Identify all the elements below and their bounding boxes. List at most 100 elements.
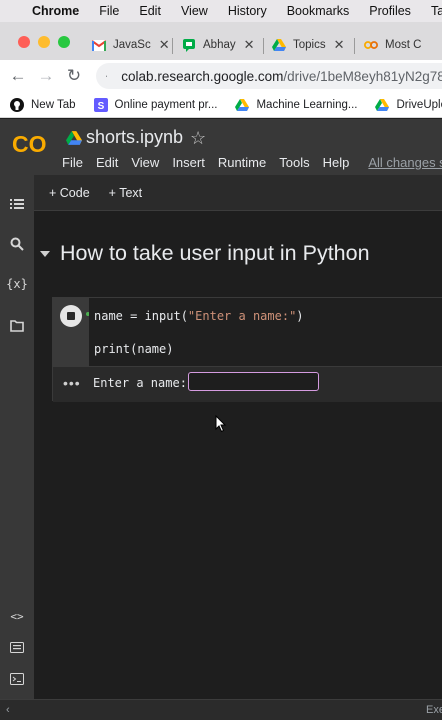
star-icon[interactable]: ☆: [190, 128, 206, 149]
colab-menu-bar: File Edit View Insert Runtime Tools Help…: [62, 155, 442, 170]
section-heading: How to take user input in Python: [60, 241, 370, 265]
close-window-button[interactable]: [18, 36, 30, 48]
notebook-area: How to take user input in Python name = …: [34, 211, 442, 709]
notebook-toolbar: + Code + Text: [34, 175, 442, 211]
browser-tab[interactable]: Topics ✕: [272, 31, 345, 59]
bookmark-label: Online payment pr...: [114, 98, 218, 111]
colab-sidebar: {x} <>: [0, 175, 34, 720]
menu-bookmarks[interactable]: Bookmarks: [287, 4, 350, 18]
tab-divider: [354, 38, 355, 54]
collapse-caret-icon[interactable]: [40, 250, 50, 258]
tab-label: JavaSc: [113, 39, 151, 51]
svg-text:S: S: [97, 101, 104, 112]
menu-edit[interactable]: Edit: [139, 4, 161, 18]
bookmarks-bar: New Tab S Online payment pr... Machine L…: [0, 92, 442, 118]
input-prompt: Enter a name:: [93, 376, 187, 390]
zoom-window-button[interactable]: [58, 36, 70, 48]
colab-menu-runtime[interactable]: Runtime: [218, 155, 266, 170]
browser-tab[interactable]: JavaSc ✕: [92, 31, 170, 59]
drive-icon: [375, 98, 390, 112]
command-palette-icon[interactable]: [8, 638, 26, 656]
browser-tab-strip: JavaSc ✕ Abhay ✕ Topics ✕ Most C: [0, 22, 442, 60]
tab-divider: [263, 38, 264, 54]
add-text-button[interactable]: + Text: [109, 186, 142, 200]
colab-menu-insert[interactable]: Insert: [172, 155, 205, 170]
url-omnibox[interactable]: colab.research.google.com/drive/1beM8eyh…: [96, 63, 442, 89]
tab-label: Most C: [385, 39, 422, 51]
url-host: colab.research.google.com: [121, 68, 284, 84]
cell-output: ••• Enter a name:: [53, 366, 442, 402]
bookmark-label: New Tab: [31, 98, 76, 111]
code-editor[interactable]: name = input("Enter a name:") print(name…: [89, 298, 442, 366]
menu-file[interactable]: File: [99, 4, 119, 18]
close-tab-icon[interactable]: ✕: [159, 37, 170, 53]
drive-icon[interactable]: [66, 131, 82, 145]
drive-icon: [272, 38, 286, 52]
colab-header: CO shorts.ipynb ☆ File Edit View Insert …: [0, 119, 442, 175]
screen: Chrome File Edit View History Bookmarks …: [0, 0, 442, 720]
menu-chrome[interactable]: Chrome: [32, 4, 79, 18]
save-status-link[interactable]: All changes saved: [368, 155, 442, 170]
url-path: /drive/1beM8eyh81yN2g78...: [283, 68, 442, 84]
menu-profiles[interactable]: Profiles: [369, 4, 411, 18]
chat-icon: [182, 38, 196, 52]
colab-menu-view[interactable]: View: [131, 155, 159, 170]
browser-tab[interactable]: Most C: [364, 31, 421, 59]
bookmark-item[interactable]: S Online payment pr...: [93, 97, 218, 112]
gmail-icon: [92, 38, 106, 52]
drive-icon: [235, 98, 250, 112]
bookmark-label: DriveUpload: [396, 98, 442, 111]
code-line-2: print(name): [94, 342, 174, 356]
code-snippets-icon[interactable]: <>: [8, 607, 26, 625]
code-cell[interactable]: name = input("Enter a name:") print(name…: [52, 297, 442, 402]
table-of-contents-icon[interactable]: [8, 195, 26, 213]
lock-icon[interactable]: [106, 70, 108, 82]
colab-menu-help[interactable]: Help: [323, 155, 350, 170]
close-tab-icon[interactable]: ✕: [334, 37, 345, 53]
code-line-1: name = input("Enter a name:"): [94, 309, 304, 323]
stdin-input-field[interactable]: [188, 372, 319, 391]
colab-menu-tools[interactable]: Tools: [279, 155, 309, 170]
notebook-title[interactable]: shorts.ipynb: [86, 127, 183, 148]
close-tab-icon[interactable]: ✕: [244, 37, 255, 53]
tab-label: Abhay: [203, 39, 236, 51]
bookmark-item[interactable]: New Tab: [10, 97, 76, 112]
back-arrow-icon[interactable]: ←: [4, 62, 32, 90]
colab-menu-edit[interactable]: Edit: [96, 155, 118, 170]
colab-logo[interactable]: CO: [12, 131, 50, 155]
bookmark-item[interactable]: Machine Learning...: [235, 98, 357, 112]
colab-menu-file[interactable]: File: [62, 155, 83, 170]
add-code-button[interactable]: + Code: [49, 186, 90, 200]
forward-arrow-icon[interactable]: →: [32, 62, 60, 90]
run-cell-button[interactable]: [60, 305, 82, 327]
bookmark-item[interactable]: DriveUpload: [375, 98, 442, 112]
menu-view[interactable]: View: [181, 4, 208, 18]
browser-tab[interactable]: Abhay ✕: [182, 31, 255, 59]
macos-menu-bar: Chrome File Edit View History Bookmarks …: [0, 0, 442, 22]
output-menu-icon[interactable]: •••: [63, 375, 81, 391]
execution-status: Exe: [426, 704, 442, 716]
mouse-cursor-icon: [215, 415, 227, 433]
cell-gutter: [53, 298, 89, 366]
minimize-window-button[interactable]: [38, 36, 50, 48]
colab-logo-text: CO: [12, 131, 47, 155]
search-icon[interactable]: [8, 235, 26, 253]
tab-divider: [172, 38, 173, 54]
window-controls: [18, 36, 70, 48]
tab-label: Topics: [293, 39, 326, 51]
files-icon[interactable]: [8, 317, 26, 335]
menu-history[interactable]: History: [228, 4, 267, 18]
terminal-icon[interactable]: [8, 670, 26, 688]
stripe-icon: S: [93, 97, 108, 112]
github-icon: [10, 97, 24, 112]
address-bar: ← → ↻ colab.research.google.com/drive/1b…: [0, 60, 442, 92]
colab-icon: [364, 38, 378, 52]
status-bar: ‹ Exe: [0, 699, 442, 720]
reload-icon[interactable]: ↻: [60, 62, 88, 90]
section-header[interactable]: How to take user input in Python: [40, 241, 370, 266]
stop-icon: [67, 312, 75, 320]
menu-tab[interactable]: Tab: [431, 4, 442, 18]
variables-icon[interactable]: {x}: [6, 275, 28, 293]
chevron-left-icon[interactable]: ‹: [6, 704, 10, 716]
bookmark-label: Machine Learning...: [256, 98, 358, 111]
